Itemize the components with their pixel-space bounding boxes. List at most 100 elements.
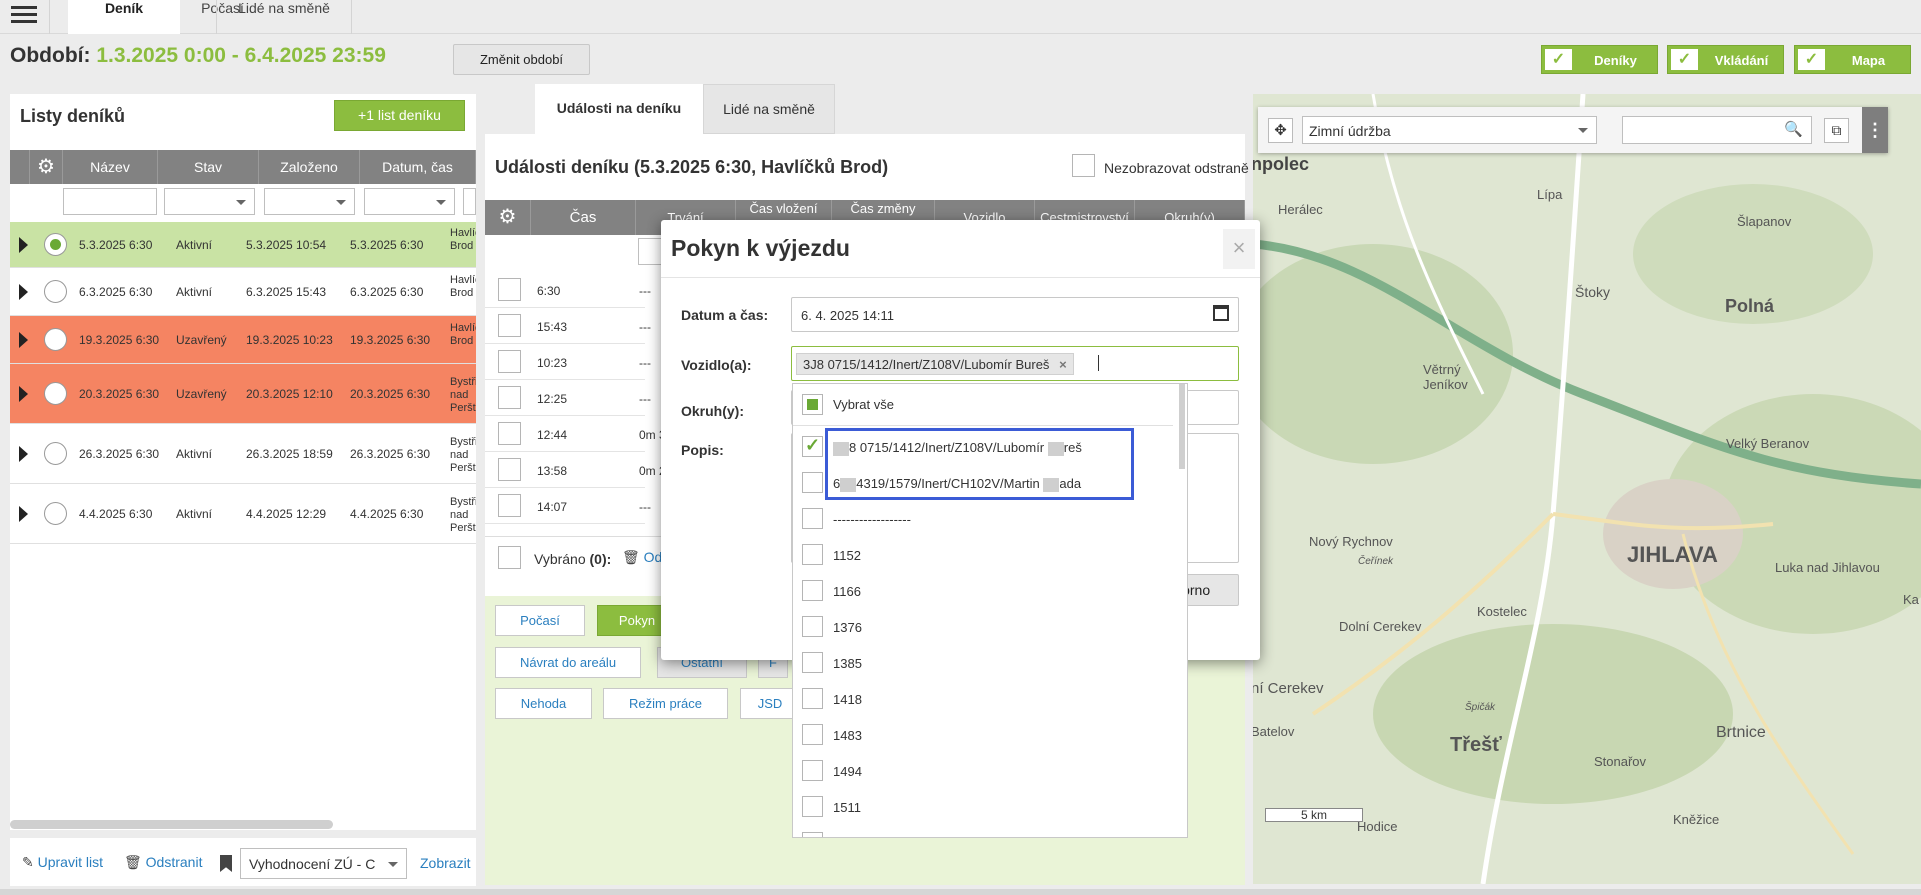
vehicle-option-checkbox[interactable] bbox=[802, 724, 823, 745]
filter-zalozeno[interactable] bbox=[264, 188, 355, 215]
table-row[interactable]: 13:58 0m 2 bbox=[485, 452, 666, 488]
nehoda-button[interactable]: Nehoda bbox=[495, 688, 592, 719]
table-row[interactable]: 4.4.2025 6:30 Aktivní 4.4.2025 12:29 4.4.20… bbox=[10, 484, 476, 544]
event-row-checkbox[interactable] bbox=[498, 278, 521, 301]
event-row-checkbox[interactable] bbox=[498, 422, 521, 445]
settings-gear-icon[interactable]: ⚙ bbox=[30, 150, 63, 184]
table-row[interactable]: 26.3.2025 6:30 Aktivní 26.3.2025 18:59 26.3… bbox=[10, 424, 476, 484]
vehicle-option-checkbox[interactable] bbox=[802, 832, 823, 837]
map-view[interactable]: npolec Lípa Herálec Šlapanov Štoky Polná… bbox=[1253, 94, 1921, 884]
remove-list-link[interactable]: 🗑 Odstranit bbox=[124, 854, 202, 871]
tab-denik[interactable]: Deník bbox=[68, 0, 180, 34]
remove-tag-icon[interactable]: × bbox=[1059, 357, 1067, 372]
select-all-events-checkbox[interactable] bbox=[498, 546, 521, 569]
row-radio[interactable] bbox=[44, 502, 67, 525]
col-header-cas[interactable]: Čas bbox=[531, 200, 636, 235]
vehicle-option-checkbox[interactable] bbox=[802, 688, 823, 709]
vehicle-option-checkbox[interactable] bbox=[802, 796, 823, 817]
select-all-checkbox[interactable] bbox=[802, 394, 823, 415]
vehicle-option-checkbox[interactable] bbox=[802, 760, 823, 781]
event-row-checkbox[interactable] bbox=[498, 458, 521, 481]
expand-row-icon[interactable] bbox=[19, 446, 28, 462]
filter-nazev[interactable] bbox=[63, 188, 157, 215]
table-row[interactable]: 15:43 --- bbox=[485, 308, 651, 344]
horizontal-scrollbar[interactable] bbox=[10, 820, 333, 829]
vehicle-option[interactable]: 1483 bbox=[793, 717, 1173, 753]
bottom-scrollbar[interactable] bbox=[0, 889, 1921, 895]
hamburger-menu-icon[interactable] bbox=[8, 2, 40, 30]
col-header-zalozeno[interactable]: Založeno bbox=[259, 150, 360, 184]
select-all-option[interactable]: Vybrat vše bbox=[793, 384, 1173, 426]
row-radio[interactable] bbox=[44, 233, 67, 256]
vehicle-option[interactable]: 1511 bbox=[793, 789, 1173, 825]
calendar-icon[interactable] bbox=[1213, 305, 1229, 321]
vehicle-option-checkbox[interactable] bbox=[802, 472, 823, 493]
navrat-button[interactable]: Návrat do areálu bbox=[495, 647, 641, 678]
table-row[interactable]: 14:07 --- bbox=[485, 488, 651, 524]
expand-row-icon[interactable] bbox=[19, 237, 28, 253]
hide-removed-checkbox[interactable] bbox=[1072, 154, 1095, 177]
filter-stav[interactable] bbox=[164, 188, 255, 215]
jsd-button[interactable]: JSD bbox=[740, 688, 800, 719]
vehicle-option[interactable]: 1513 bbox=[793, 825, 1173, 837]
vehicle-option[interactable]: 1385 bbox=[793, 645, 1173, 681]
change-period-button[interactable]: Změnit období bbox=[453, 44, 590, 75]
col-header-datum[interactable]: Datum, čas bbox=[360, 150, 476, 184]
vehicle-multiselect[interactable]: 3J8 0715/1412/Inert/Z108V/Lubomír Bureš … bbox=[791, 346, 1239, 381]
rezim-prace-button[interactable]: Režim práce bbox=[603, 688, 728, 719]
vehicle-option-checkbox[interactable] bbox=[802, 580, 823, 601]
dropdown-scrollbar[interactable] bbox=[1179, 384, 1185, 469]
row-radio[interactable] bbox=[44, 382, 67, 405]
row-radio[interactable] bbox=[44, 280, 67, 303]
vehicle-option[interactable]: 1152 bbox=[793, 537, 1173, 573]
expand-row-icon[interactable] bbox=[19, 284, 28, 300]
toggle-mapa[interactable]: ✓ Mapa bbox=[1794, 45, 1911, 74]
more-menu-icon[interactable]: ⋮ bbox=[1862, 107, 1888, 153]
open-external-icon[interactable]: ⧉ bbox=[1824, 118, 1849, 143]
vehicle-option[interactable]: 1418 bbox=[793, 681, 1173, 717]
table-row[interactable]: 20.3.2025 6:30 Uzavřený 20.3.2025 12:10 20.… bbox=[10, 364, 476, 424]
tab-lide-na-smene[interactable]: Lidé na směně bbox=[217, 0, 351, 34]
pocasi-button[interactable]: Počasí bbox=[495, 605, 585, 636]
tab-people[interactable]: Lidé na směně bbox=[703, 84, 835, 134]
table-row[interactable]: 5.3.2025 6:30 Aktivní 5.3.2025 10:54 5.3.20… bbox=[10, 222, 476, 268]
vehicle-option-checkbox[interactable]: ✓ bbox=[802, 435, 823, 457]
table-row[interactable]: 12:44 0m 3 bbox=[485, 416, 666, 452]
separator-option[interactable]: ------------------ bbox=[793, 501, 1173, 537]
row-radio[interactable] bbox=[44, 328, 67, 351]
vehicle-option-checkbox[interactable] bbox=[802, 652, 823, 673]
report-select[interactable]: Vyhodnocení ZÚ - C bbox=[240, 848, 407, 879]
table-row[interactable]: 6:30 --- bbox=[485, 272, 651, 308]
table-row[interactable]: 19.3.2025 6:30 Uzavřený 19.3.2025 10:23 19.… bbox=[10, 316, 476, 364]
vehicle-option-checkbox[interactable] bbox=[802, 508, 823, 529]
settings-gear-icon[interactable]: ⚙ bbox=[485, 200, 531, 235]
event-row-checkbox[interactable] bbox=[498, 386, 521, 409]
table-row[interactable]: 6.3.2025 6:30 Aktivní 6.3.2025 15:43 6.3.20… bbox=[10, 268, 476, 316]
edit-list-link[interactable]: ✎ Upravit list bbox=[22, 854, 103, 871]
expand-row-icon[interactable] bbox=[19, 386, 28, 402]
add-diary-list-button[interactable]: +1 list deníku bbox=[334, 100, 465, 131]
col-header-nazev[interactable]: Název bbox=[63, 150, 158, 184]
filter-datum[interactable] bbox=[364, 188, 455, 215]
filter-misto[interactable] bbox=[463, 188, 476, 215]
date-time-input[interactable]: 6. 4. 2025 14:11 bbox=[791, 297, 1239, 332]
expand-row-icon[interactable] bbox=[19, 506, 28, 522]
table-row[interactable]: 10:23 --- bbox=[485, 344, 651, 380]
vehicle-option-checkbox[interactable] bbox=[802, 616, 823, 637]
expand-row-icon[interactable] bbox=[19, 332, 28, 348]
tab-events[interactable]: Události na deníku bbox=[535, 84, 703, 134]
vehicle-option-checkbox[interactable] bbox=[802, 544, 823, 565]
map-search-input[interactable]: 🔍 bbox=[1622, 116, 1812, 144]
show-report-link[interactable]: Zobrazit bbox=[420, 855, 471, 871]
toggle-vkladani[interactable]: ✓ Vkládání bbox=[1667, 45, 1784, 74]
map-layer-select[interactable]: Zimní údržba bbox=[1302, 116, 1597, 144]
row-radio[interactable] bbox=[44, 442, 67, 465]
modal-close-icon[interactable]: × bbox=[1223, 229, 1255, 269]
delete-selected-link[interactable]: 🗑 Od bbox=[622, 549, 662, 566]
col-header-stav[interactable]: Stav bbox=[158, 150, 259, 184]
event-row-checkbox[interactable] bbox=[498, 314, 521, 337]
event-row-checkbox[interactable] bbox=[498, 350, 521, 373]
vehicle-option[interactable]: 1494 bbox=[793, 753, 1173, 789]
toggle-deniky[interactable]: ✓ Deníky bbox=[1541, 45, 1658, 74]
event-row-checkbox[interactable] bbox=[498, 494, 521, 517]
